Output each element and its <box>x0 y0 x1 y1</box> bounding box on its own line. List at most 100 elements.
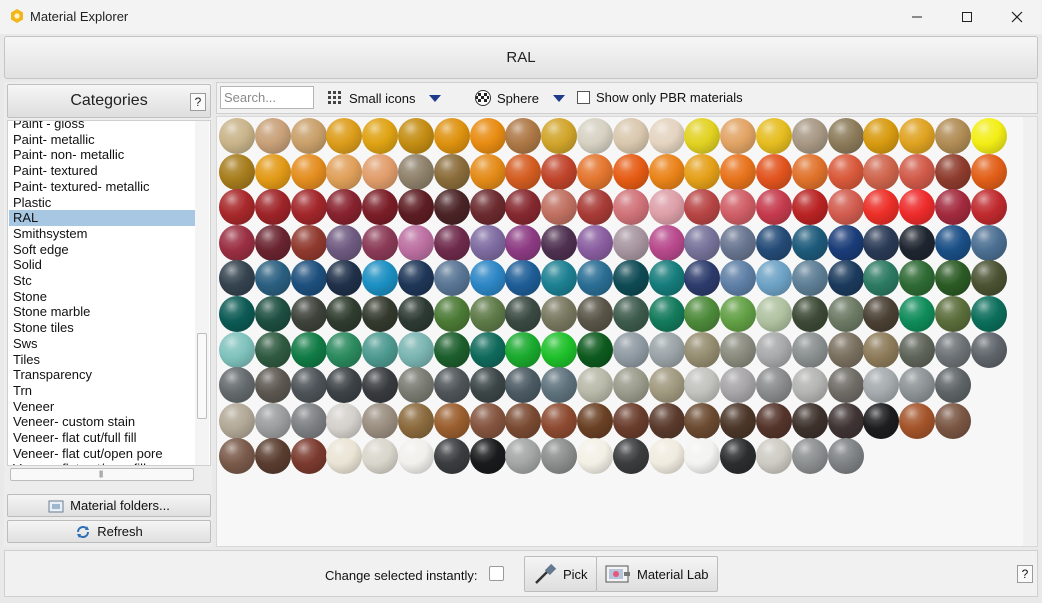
material-swatch[interactable] <box>398 118 434 154</box>
material-swatch[interactable] <box>720 224 757 261</box>
material-swatch[interactable] <box>899 260 936 297</box>
category-item[interactable]: Stone <box>9 289 195 305</box>
category-item[interactable]: Smithsystem <box>9 226 195 242</box>
material-grid-scrollbar[interactable] <box>1023 117 1037 546</box>
material-swatch[interactable] <box>398 331 434 368</box>
material-swatch[interactable] <box>791 260 828 297</box>
material-swatch[interactable] <box>433 224 470 261</box>
material-swatch[interactable] <box>684 367 721 404</box>
material-swatch[interactable] <box>970 189 1007 226</box>
preview-shape-dropdown[interactable]: Sphere <box>475 90 565 106</box>
material-swatch[interactable] <box>970 118 1007 154</box>
material-swatch[interactable] <box>720 296 757 332</box>
material-swatch[interactable] <box>469 260 506 297</box>
material-swatch[interactable] <box>290 402 327 439</box>
material-swatch[interactable] <box>827 260 864 297</box>
category-item[interactable]: Paint- textured <box>9 163 195 179</box>
material-swatch[interactable] <box>684 153 721 190</box>
material-swatch[interactable] <box>362 296 399 332</box>
material-swatch[interactable] <box>612 331 649 368</box>
material-swatch[interactable] <box>326 438 363 475</box>
material-swatch[interactable] <box>290 189 327 226</box>
material-swatch[interactable] <box>254 402 291 439</box>
material-swatch[interactable] <box>541 224 578 261</box>
material-swatch[interactable] <box>612 260 649 297</box>
material-swatch[interactable] <box>612 189 649 226</box>
material-swatch[interactable] <box>505 189 542 226</box>
categories-help-button[interactable]: ? <box>190 93 206 111</box>
material-swatch[interactable] <box>219 153 255 190</box>
material-swatch[interactable] <box>254 189 291 226</box>
material-swatch[interactable] <box>541 402 578 439</box>
material-swatch[interactable] <box>219 402 255 439</box>
material-swatch[interactable] <box>505 118 542 154</box>
material-swatch[interactable] <box>433 189 470 226</box>
material-swatch[interactable] <box>791 402 828 439</box>
material-swatch[interactable] <box>684 402 721 439</box>
material-swatch[interactable] <box>254 296 291 332</box>
material-swatch[interactable] <box>362 224 399 261</box>
material-swatch[interactable] <box>577 118 613 154</box>
material-swatch[interactable] <box>469 331 506 368</box>
material-swatch[interactable] <box>577 331 613 368</box>
material-swatch[interactable] <box>935 402 971 439</box>
material-swatch[interactable] <box>863 153 900 190</box>
material-swatch[interactable] <box>326 367 363 404</box>
material-swatch[interactable] <box>398 189 434 226</box>
material-swatch[interactable] <box>970 224 1007 261</box>
material-swatch[interactable] <box>684 331 721 368</box>
material-swatch[interactable] <box>326 296 363 332</box>
material-swatch[interactable] <box>612 402 649 439</box>
material-swatch[interactable] <box>756 153 792 190</box>
material-swatch[interactable] <box>720 153 757 190</box>
material-swatch[interactable] <box>648 296 685 332</box>
material-swatch[interactable] <box>863 118 900 154</box>
material-swatch[interactable] <box>577 189 613 226</box>
material-swatch[interactable] <box>684 260 721 297</box>
category-item[interactable]: Veneer <box>9 399 195 415</box>
category-item[interactable]: Paint - gloss <box>9 121 195 132</box>
material-swatch[interactable] <box>684 438 721 475</box>
material-swatch[interactable] <box>505 438 542 475</box>
category-item[interactable]: Veneer- flat cut/open pore <box>9 446 195 462</box>
material-swatch[interactable] <box>469 153 506 190</box>
material-swatch[interactable] <box>899 367 936 404</box>
material-swatch[interactable] <box>398 153 434 190</box>
category-list-horizontal-scrollbar[interactable]: |||| <box>10 468 194 481</box>
material-swatch[interactable] <box>827 296 864 332</box>
category-list-scroll-thumb[interactable] <box>197 333 207 419</box>
material-swatch[interactable] <box>398 367 434 404</box>
category-item[interactable]: Stone marble <box>9 304 195 320</box>
category-item[interactable]: Solid <box>9 257 195 273</box>
material-folders-button[interactable]: Material folders... <box>7 494 211 517</box>
material-swatch[interactable] <box>684 224 721 261</box>
material-swatch[interactable] <box>863 367 900 404</box>
material-swatch[interactable] <box>648 118 685 154</box>
material-swatch[interactable] <box>899 296 936 332</box>
material-swatch[interactable] <box>254 367 291 404</box>
material-swatch[interactable] <box>290 224 327 261</box>
material-swatch[interactable] <box>899 402 936 439</box>
material-swatch[interactable] <box>827 224 864 261</box>
material-swatch[interactable] <box>827 438 864 475</box>
category-item[interactable]: Soft edge <box>9 242 195 258</box>
material-swatch[interactable] <box>720 438 757 475</box>
material-swatch[interactable] <box>505 153 542 190</box>
category-item[interactable]: Stone tiles <box>9 320 195 336</box>
material-swatch[interactable] <box>720 402 757 439</box>
material-swatch[interactable] <box>541 296 578 332</box>
material-swatch[interactable] <box>970 260 1007 297</box>
material-swatch[interactable] <box>612 118 649 154</box>
material-swatch[interactable] <box>505 367 542 404</box>
material-swatch[interactable] <box>219 331 255 368</box>
material-swatch[interactable] <box>863 224 900 261</box>
material-swatch[interactable] <box>469 296 506 332</box>
material-swatch[interactable] <box>362 402 399 439</box>
material-swatch[interactable] <box>577 296 613 332</box>
material-swatch[interactable] <box>219 118 255 154</box>
material-swatch[interactable] <box>791 224 828 261</box>
material-swatch[interactable] <box>398 224 434 261</box>
material-swatch[interactable] <box>648 367 685 404</box>
material-swatch[interactable] <box>362 153 399 190</box>
material-swatch[interactable] <box>362 189 399 226</box>
